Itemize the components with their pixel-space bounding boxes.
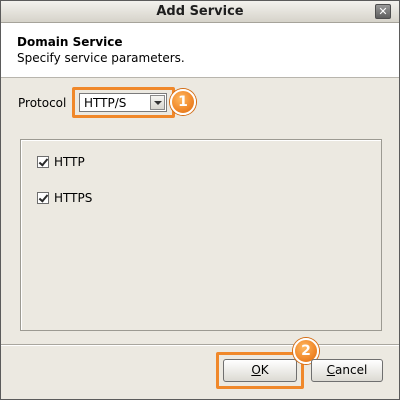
footer-divider bbox=[1, 344, 399, 346]
cancel-button[interactable]: Cancel bbox=[311, 359, 383, 382]
close-icon[interactable]: ✕ bbox=[375, 4, 391, 19]
protocol-select-value: HTTP/S bbox=[84, 96, 127, 110]
http-checkbox[interactable] bbox=[37, 156, 49, 168]
title-bar[interactable]: Add Service ✕ bbox=[1, 1, 399, 23]
protocol-select[interactable]: HTTP/S bbox=[79, 93, 167, 112]
http-label: HTTP bbox=[54, 155, 85, 169]
window-title: Add Service bbox=[156, 4, 244, 19]
dialog-header: Domain Service Specify service parameter… bbox=[1, 23, 399, 78]
cancel-mnemonic: C bbox=[326, 363, 336, 377]
header-title: Domain Service bbox=[17, 35, 123, 49]
ok-mnemonic: O bbox=[251, 363, 261, 377]
header-subtitle: Specify service parameters. bbox=[17, 51, 185, 65]
add-service-dialog: Add Service ✕ Domain Service Specify ser… bbox=[0, 0, 400, 400]
https-checkbox[interactable] bbox=[37, 192, 49, 204]
ok-label-rest: K bbox=[260, 363, 269, 377]
step-1-badge: 1 bbox=[170, 89, 196, 115]
https-label: HTTPS bbox=[54, 191, 93, 205]
cancel-label-rest: ancel bbox=[335, 363, 368, 377]
protocol-label: Protocol bbox=[18, 96, 67, 110]
chevron-down-icon[interactable] bbox=[150, 95, 165, 110]
ok-button[interactable]: OK bbox=[223, 359, 297, 382]
